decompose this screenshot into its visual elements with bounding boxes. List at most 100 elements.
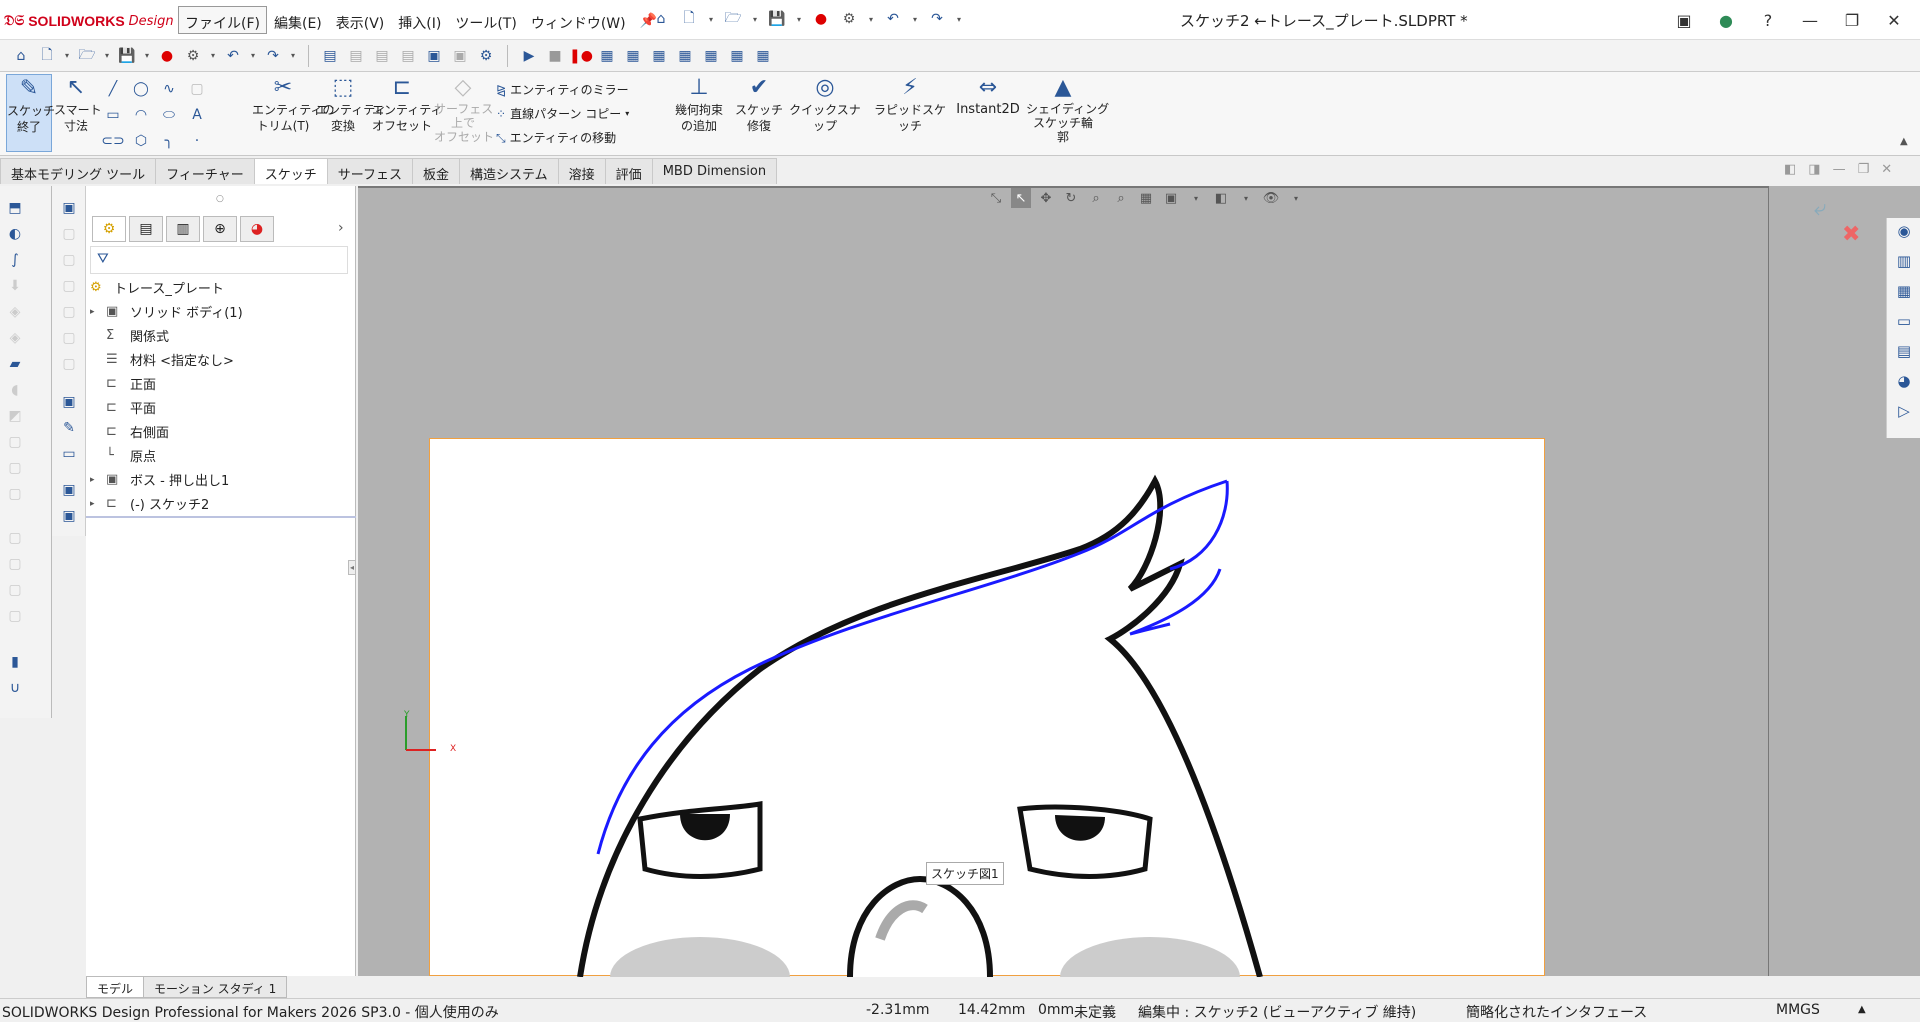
rebuild-traffic-light-icon[interactable]: ●	[810, 8, 832, 30]
configuration-manager-tab-icon[interactable]: ▥	[166, 216, 200, 242]
view-tool-icon[interactable]: ▢	[58, 226, 80, 246]
help-icon[interactable]: ?	[1754, 6, 1782, 34]
redo-icon[interactable]: ↷	[262, 45, 284, 67]
display-icon[interactable]: ▭	[58, 446, 80, 466]
chevron-down-icon[interactable]: ▾	[954, 8, 964, 30]
tab-structure-system[interactable]: 構造システム	[459, 158, 559, 184]
tab-evaluate[interactable]: 評価	[604, 158, 653, 184]
linear-pattern-button[interactable]: ⁘ 直線パターン コピー ▾	[496, 102, 656, 126]
wrap-icon[interactable]: ▢	[4, 530, 26, 550]
chevron-right-icon[interactable]: ›	[338, 220, 344, 236]
tab-motion-study[interactable]: モーション スタディ 1	[143, 976, 288, 998]
appearances-icon[interactable]: ◕	[1893, 372, 1915, 394]
cancel-corner-icon[interactable]: ✖	[1842, 222, 1860, 247]
chevron-down-icon[interactable]: ▾	[248, 45, 258, 67]
close-button[interactable]: ✕	[1880, 6, 1908, 34]
toolbar-tool-icon[interactable]: ▦	[622, 45, 644, 67]
tree-item-equations[interactable]: Σ 関係式	[90, 326, 169, 345]
display-manager-tab-icon[interactable]: ◕	[240, 216, 274, 242]
toolbar-tool-icon[interactable]: ▦	[700, 45, 722, 67]
tile-left-icon[interactable]: ◧	[1784, 162, 1796, 177]
minimize-button[interactable]: —	[1796, 6, 1824, 34]
rapid-sketch-button[interactable]: ⚡ ラピッドスケッチ	[870, 74, 950, 152]
rib-icon[interactable]: ▢	[4, 486, 26, 506]
repair-sketch-button[interactable]: ✔ スケッチ 修復	[734, 74, 784, 152]
home-icon[interactable]: ⌂	[650, 8, 672, 30]
rebuild-traffic-light-icon[interactable]: ●	[156, 45, 178, 67]
add-relation-button[interactable]: ⊥ 幾何拘束 の追加	[666, 74, 732, 152]
chevron-up-icon[interactable]: ▲	[1858, 1004, 1866, 1015]
pause-record-icon[interactable]: ❚●	[569, 45, 593, 67]
zoom-icon[interactable]: ⌕	[1086, 188, 1106, 208]
view-palette-icon[interactable]: ▭	[1893, 312, 1915, 334]
curves-icon[interactable]: ∪	[4, 680, 26, 700]
tree-root[interactable]: ⚙ トレース_プレート	[90, 278, 224, 297]
circle-icon[interactable]: ◯	[130, 78, 152, 100]
macro-custom-icon[interactable]: ▣	[423, 45, 445, 67]
quick-snap-button[interactable]: ◎ クイックスナップ	[786, 74, 864, 152]
offset-on-surface-button[interactable]: ◇ サーフェス 上で オフセット	[434, 74, 494, 154]
open-folder-icon[interactable]: 🗁	[722, 8, 744, 30]
macro-new-icon[interactable]: ▤	[371, 45, 393, 67]
view-orientation-icon[interactable]: ▣	[58, 200, 80, 220]
spline-icon[interactable]: ∿	[158, 78, 180, 100]
chevron-down-icon[interactable]: ▾	[750, 8, 760, 30]
doc-close-button[interactable]: ✕	[1881, 162, 1892, 177]
hide-show-icon[interactable]: 👁	[1261, 188, 1281, 208]
trim-entities-button[interactable]: ✂ エンティティの トリム(T)	[252, 74, 335, 152]
offset-entities-button[interactable]: ⊏ エンティティ オフセット	[372, 74, 443, 152]
zoom-to-fit-icon[interactable]: ⤡	[986, 188, 1006, 208]
3d-sketch-icon[interactable]: ▢	[186, 78, 208, 100]
view-tool-icon[interactable]: ▢	[58, 330, 80, 350]
doc-restore-button[interactable]: ❐	[1858, 162, 1870, 177]
rectangle-icon[interactable]: ▭	[102, 104, 124, 126]
menu-edit[interactable]: 編集(E)	[267, 6, 329, 34]
expand-arrow-icon[interactable]: ▸	[90, 307, 100, 317]
doc-minimize-button[interactable]: —	[1833, 162, 1846, 177]
macro-edit-icon[interactable]: ▤	[345, 45, 367, 67]
tab-features[interactable]: フィーチャー	[155, 158, 255, 184]
restore-button[interactable]: ❐	[1838, 6, 1866, 34]
solidworks-resources-icon[interactable]: ◉	[1893, 222, 1915, 244]
macro-icon[interactable]: ▤	[319, 45, 341, 67]
view-tool-icon[interactable]: ▢	[58, 252, 80, 272]
feature-manager-tab-icon[interactable]: ⚙	[92, 216, 126, 242]
tree-item-origin[interactable]: └ 原点	[90, 446, 156, 465]
status-units[interactable]: MMGS	[1776, 1002, 1820, 1018]
view-tool-icon[interactable]: ▢	[58, 278, 80, 298]
custom-properties-icon[interactable]: ▤	[1893, 342, 1915, 364]
chamfer-icon[interactable]: ◩	[4, 408, 26, 428]
chevron-down-icon[interactable]: ▾	[794, 8, 804, 30]
confirm-corner-icon[interactable]: ⤶	[1814, 196, 1826, 221]
shaded-contours-button[interactable]: ▲ シェイディング スケッチ輪 郭	[1026, 74, 1109, 154]
toolbar-tool-icon[interactable]: ▦	[648, 45, 670, 67]
tree-filter[interactable]: ⛛	[90, 246, 348, 274]
sketch-spline-main[interactable]	[596, 479, 1228, 855]
save-icon[interactable]: 💾	[766, 8, 788, 30]
new-document-icon[interactable]: 🗋	[36, 45, 58, 67]
tree-item-front-plane[interactable]: ⊏ 正面	[90, 374, 156, 393]
point-icon[interactable]: ·	[186, 130, 208, 152]
macro-record-icon[interactable]: ▤	[397, 45, 419, 67]
gear-icon[interactable]: ⚙	[182, 45, 204, 67]
section-view-icon[interactable]: ▦	[1136, 188, 1156, 208]
fillet-icon[interactable]: ◖	[4, 382, 26, 402]
undo-icon[interactable]: ↶	[882, 8, 904, 30]
arc-icon[interactable]: ◠	[130, 104, 152, 126]
polygon-icon[interactable]: ⬡	[130, 130, 152, 152]
status-ui-mode[interactable]: 簡略化されたインタフェース	[1466, 1002, 1647, 1022]
reference-geometry-icon[interactable]: ▮	[4, 654, 26, 674]
ellipse-icon[interactable]: ⬭	[158, 104, 180, 126]
mirror-feature-icon[interactable]: ▢	[4, 608, 26, 628]
chevron-down-icon[interactable]: ▾	[62, 45, 72, 67]
extruded-cut-icon[interactable]: ◈	[4, 330, 26, 350]
swept-boss-icon[interactable]: ∫	[4, 252, 26, 272]
tab-weldments[interactable]: 溶接	[557, 158, 606, 184]
convert-entities-button[interactable]: ⬚ エンティティ 変換	[316, 74, 387, 152]
toolbar-tool-icon[interactable]: ▦	[596, 45, 618, 67]
chevron-down-icon[interactable]: ▾	[208, 45, 218, 67]
select-icon[interactable]: ↖	[1011, 188, 1031, 208]
chevron-down-icon[interactable]: ▾	[1286, 188, 1306, 208]
menu-view[interactable]: 表示(V)	[329, 6, 392, 34]
rollback-bar[interactable]	[86, 516, 356, 518]
